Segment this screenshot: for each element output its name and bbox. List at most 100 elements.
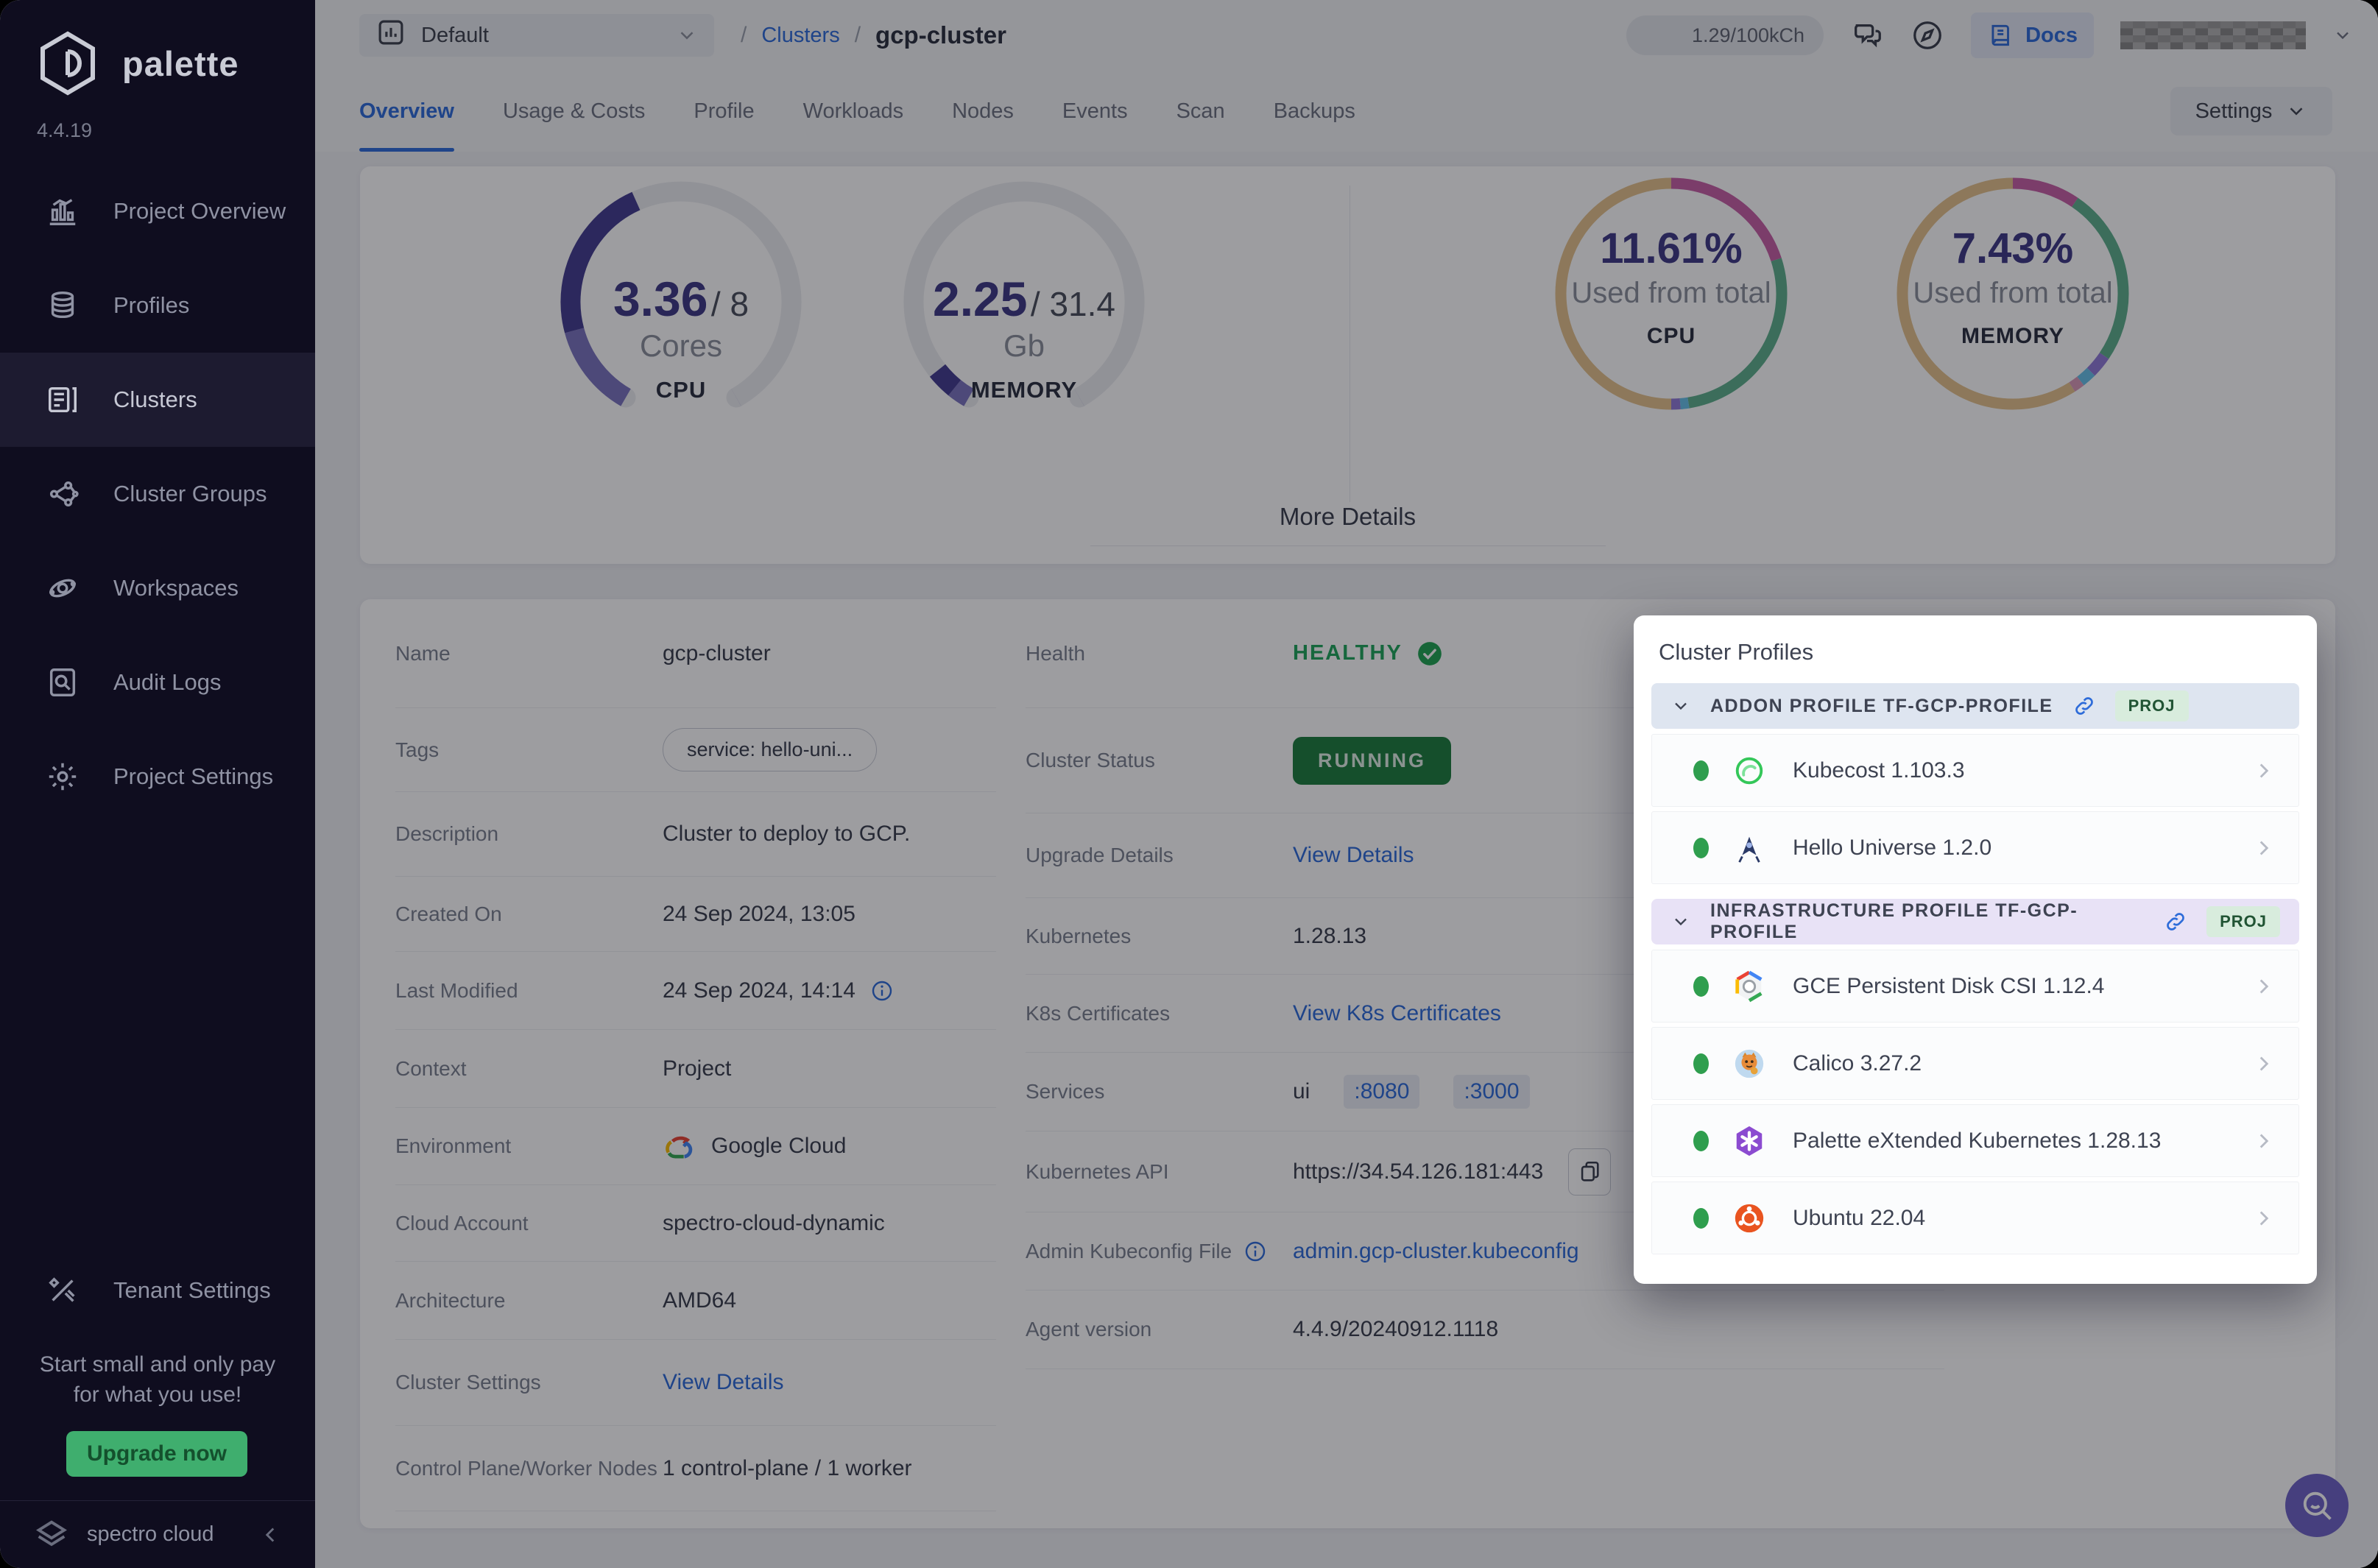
- detail-link[interactable]: View Details: [663, 1370, 784, 1395]
- service-port-link[interactable]: :3000: [1453, 1075, 1530, 1109]
- detail-link[interactable]: View K8s Certificates: [1293, 1001, 1501, 1026]
- docs-button[interactable]: Docs: [1971, 13, 2094, 58]
- profile-section-header-infrastructure-profile-tf-gcp-profile[interactable]: INFRASTRUCTURE PROFILE TF-GCP-PROFILE PRO…: [1651, 899, 2299, 944]
- detail-label: Tags: [395, 738, 663, 762]
- detail-label-text: Tags: [395, 738, 440, 761]
- detail-label: Admin Kubeconfig File: [1026, 1240, 1293, 1263]
- memory-total-donut: 7.43% Used from total MEMORY: [1891, 172, 2134, 415]
- detail-value: Cluster to deploy to GCP.: [663, 822, 911, 846]
- services-value: ui :8080 :3000: [1293, 1075, 1530, 1109]
- sidebar-collapse-button[interactable]: [258, 1522, 283, 1547]
- sidebar-item-workspaces[interactable]: Workspaces: [0, 541, 315, 635]
- cpu-used: 3.36: [613, 272, 708, 326]
- profile-pack-palette-extended-kubernetes-1-28-13[interactable]: Palette eXtended Kubernetes 1.28.13: [1651, 1104, 2299, 1177]
- explore-button[interactable]: [1910, 18, 1944, 52]
- cluster-settings-button[interactable]: Settings: [2170, 87, 2332, 135]
- tab-overview[interactable]: Overview: [359, 71, 454, 152]
- detail-row-description: Description Cluster to deploy to GCP.: [395, 792, 996, 877]
- detail-label-text: Cluster Status: [1026, 749, 1155, 771]
- sidebar-item-project-settings[interactable]: Project Settings: [0, 730, 315, 824]
- tab-backups[interactable]: Backups: [1274, 71, 1355, 152]
- sidebar-item-label: Audit Logs: [113, 669, 222, 695]
- profile-section-name: INFRASTRUCTURE PROFILE TF-GCP-PROFILE: [1710, 900, 2078, 942]
- sidebar-item-tenant-settings[interactable]: Tenant Settings: [0, 1243, 315, 1338]
- chevron-down-icon: [676, 24, 698, 46]
- detail-value: 24 Sep 2024, 13:05: [663, 901, 855, 926]
- detail-row-cluster-settings: Cluster Settings View Details: [395, 1340, 996, 1426]
- docs-label: Docs: [2025, 23, 2078, 47]
- service-port-link[interactable]: :8080: [1344, 1075, 1420, 1109]
- memory-donut-label: MEMORY: [1961, 324, 2064, 348]
- tag-chip: service: hello-uni...: [663, 728, 878, 771]
- check-circle-icon: [1416, 640, 1444, 668]
- profile-pack-gce-persistent-disk-csi-1-12-4[interactable]: GCE Persistent Disk CSI 1.12.4: [1651, 950, 2299, 1023]
- sidebar-item-audit-logs[interactable]: Audit Logs: [0, 635, 315, 730]
- more-details-button[interactable]: More Details: [1090, 503, 1606, 546]
- info-icon[interactable]: [870, 979, 894, 1003]
- upgrade-now-button[interactable]: Upgrade now: [66, 1431, 247, 1477]
- detail-link[interactable]: View Details: [1293, 843, 1414, 868]
- chevron-down-icon[interactable]: [2332, 25, 2353, 46]
- detail-label-text: Control Plane/Worker Nodes: [395, 1456, 657, 1480]
- sidebar-item-label: Project Overview: [113, 198, 286, 224]
- usage-quota-pill: 1.29/100kCh: [1626, 15, 1824, 55]
- sidebar-nav: Project Overview Profiles Clusters Cluster …: [0, 164, 315, 824]
- pack-name: Kubecost 1.103.3: [1793, 757, 1965, 783]
- pack-name: GCE Persistent Disk CSI 1.12.4: [1793, 973, 2105, 998]
- chevron-down-icon: [2290, 107, 2303, 116]
- tab-profile[interactable]: Profile: [694, 71, 754, 152]
- detail-label-text: Architecture: [395, 1288, 506, 1312]
- detail-link[interactable]: admin.gcp-cluster.kubeconfig: [1293, 1239, 1579, 1264]
- detail-value: spectro-cloud-dynamic: [663, 1210, 885, 1235]
- profile-pack-calico-3-27-2[interactable]: Calico 3.27.2: [1651, 1027, 2299, 1100]
- workspaces-icon: [46, 571, 80, 605]
- health-status: HEALTHY: [1293, 640, 1444, 668]
- tab-events[interactable]: Events: [1062, 71, 1128, 152]
- project-settings-icon: [46, 760, 80, 794]
- sidebar-item-project-overview[interactable]: Project Overview: [0, 164, 315, 258]
- tab-nodes[interactable]: Nodes: [952, 71, 1014, 152]
- promo-line-1: Start small and only pay: [39, 1352, 276, 1377]
- api-endpoint: https://34.54.126.181:443: [1293, 1148, 1612, 1196]
- copy-button[interactable]: [1568, 1148, 1612, 1196]
- chevron-left-icon: [265, 1527, 275, 1542]
- profile-pack-kubecost-1-103-3[interactable]: Kubecost 1.103.3: [1651, 734, 2299, 807]
- sidebar-item-profiles[interactable]: Profiles: [0, 258, 315, 353]
- cluster-groups-icon: [46, 477, 80, 511]
- project-selector[interactable]: Default: [359, 14, 714, 57]
- sidebar-item-clusters[interactable]: Clusters: [0, 353, 315, 447]
- tab-scan[interactable]: Scan: [1176, 71, 1225, 152]
- tab-workloads[interactable]: Workloads: [803, 71, 903, 152]
- info-icon[interactable]: [1243, 1240, 1267, 1263]
- cpu-gauge-value: 3.36 / 8: [613, 272, 749, 326]
- detail-label-text: Services: [1026, 1080, 1105, 1103]
- user-menu-redacted[interactable]: [2120, 21, 2306, 49]
- service-name: ui: [1293, 1079, 1310, 1103]
- sidebar-item-label: Workspaces: [113, 575, 239, 601]
- detail-label: Cluster Status: [1026, 749, 1293, 772]
- detail-label: Description: [395, 822, 663, 846]
- environment-value: Google Cloud: [663, 1134, 846, 1159]
- sidebar-item-cluster-groups[interactable]: Cluster Groups: [0, 447, 315, 541]
- search-smile-icon: [2303, 1491, 2332, 1520]
- detail-value: Project: [663, 1056, 732, 1081]
- detail-label: Kubernetes: [1026, 925, 1293, 948]
- sidebar-item-label: Profiles: [113, 292, 190, 318]
- chat-button[interactable]: [1850, 18, 1884, 52]
- profile-pack-hello-universe-1-2-0[interactable]: Hello Universe 1.2.0: [1651, 811, 2299, 884]
- chevron-right-icon: [2251, 836, 2276, 861]
- profile-pack-ubuntu-22-04[interactable]: Ubuntu 22.04: [1651, 1182, 2299, 1254]
- search-fab-button[interactable]: [2285, 1474, 2349, 1537]
- detail-row-cloud-account: Cloud Account spectro-cloud-dynamic: [395, 1185, 996, 1262]
- detail-label: Name: [395, 642, 663, 665]
- book-icon: [1991, 24, 2010, 46]
- detail-label-text: Kubernetes API: [1026, 1159, 1169, 1183]
- brand-name: palette: [122, 43, 239, 83]
- chevron-down-icon: [1670, 911, 1691, 932]
- detail-row-context: Context Project: [395, 1030, 996, 1108]
- breadcrumb-clusters-link[interactable]: Clusters: [761, 24, 839, 48]
- tab-usage-costs[interactable]: Usage & Costs: [503, 71, 645, 152]
- profile-section-header-addon-profile-tf-gcp-profile[interactable]: ADDON PROFILE TF-GCP-PROFILE PROJ: [1651, 683, 2299, 729]
- pxk-logo: [1732, 1124, 1766, 1158]
- memory-gauge-value: 2.25 / 31.4: [932, 272, 1115, 326]
